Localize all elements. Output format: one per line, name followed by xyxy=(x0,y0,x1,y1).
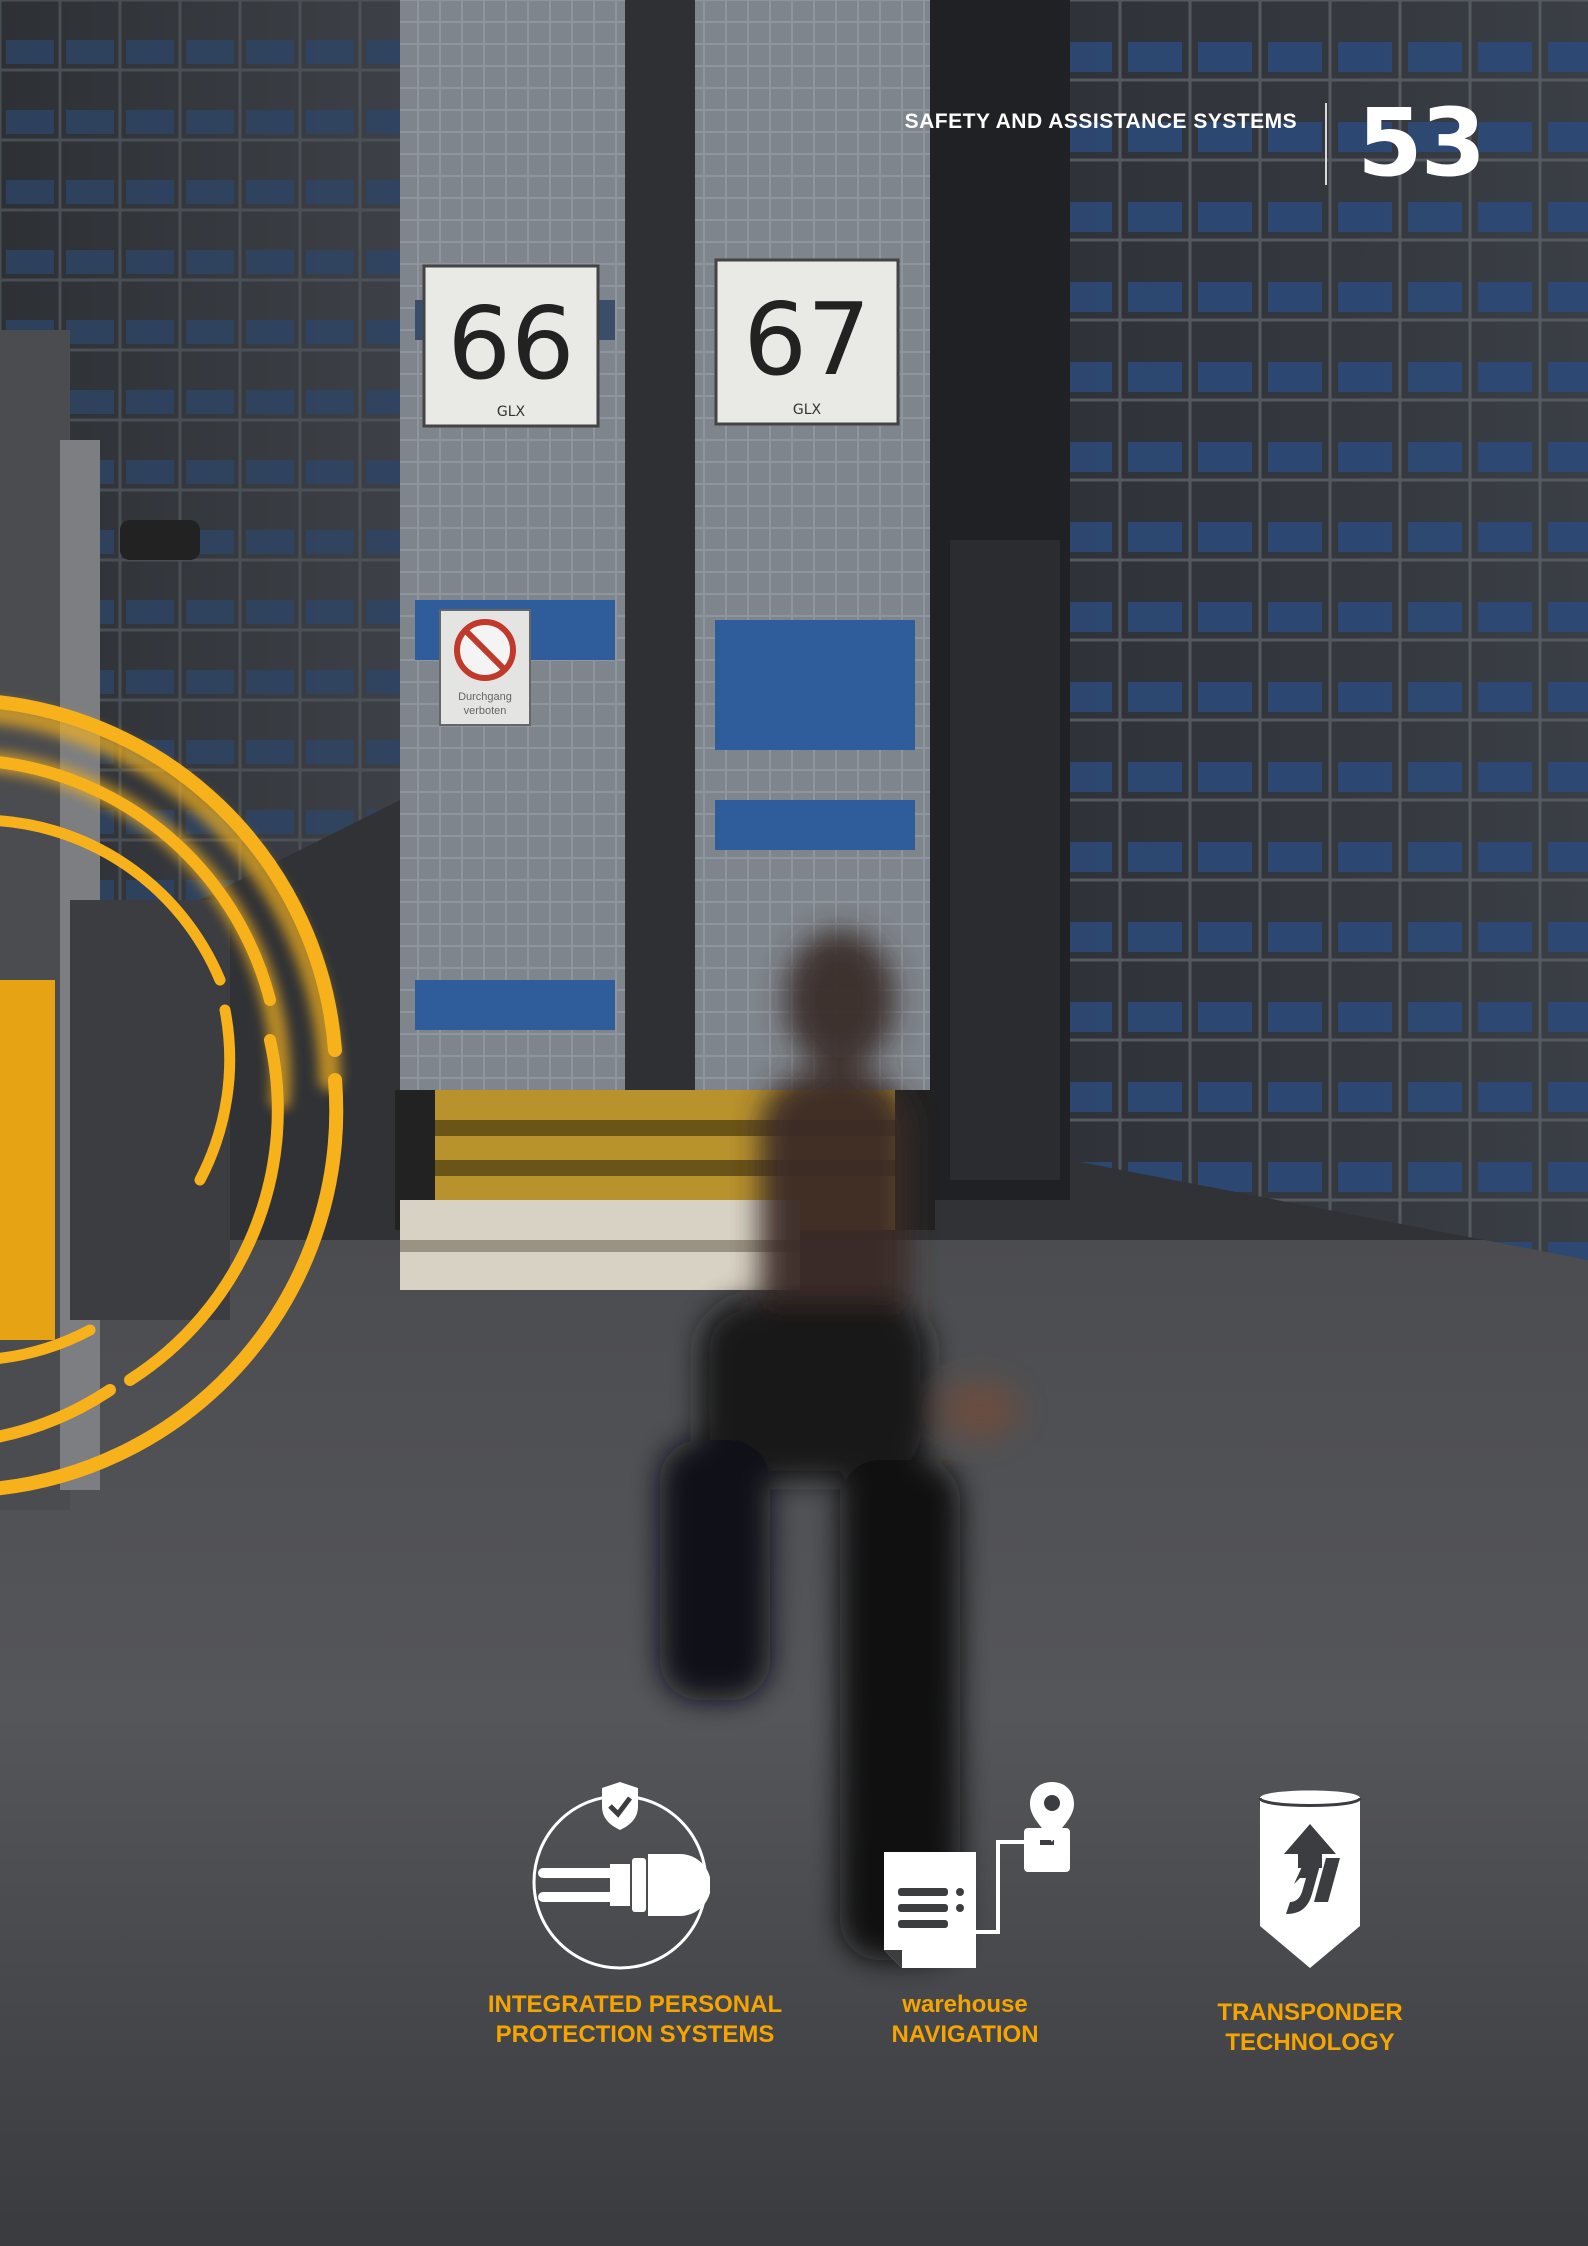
feature-label-line1: INTEGRATED PERSONAL xyxy=(487,1991,783,2018)
rack-label-66: 66 xyxy=(447,285,574,402)
feature-label-line2: TECHNOLOGY xyxy=(1225,2029,1395,2056)
feature-label-line2: PROTECTION SYSTEMS xyxy=(495,2021,775,2048)
feature-label-line1: TRANSPONDER xyxy=(1217,1999,1403,2026)
feature-personal-protection: INTEGRATED PERSONAL PROTECTION SYSTEMS xyxy=(465,1990,805,2050)
document-location-icon xyxy=(884,1782,1074,1968)
svg-text:Durchgang: Durchgang xyxy=(458,691,512,703)
feature-label-line2: NAVIGATION xyxy=(891,2021,1039,2048)
feature-label-line1: warehouse xyxy=(902,1991,1028,2018)
svg-text:GLX: GLX xyxy=(793,402,822,418)
header-divider xyxy=(1325,103,1328,185)
rack-label-67: 67 xyxy=(743,281,870,398)
feature-transponder-technology: TRANSPONDER TECHNOLOGY xyxy=(1190,1998,1430,2058)
feature-warehouse-navigation: warehouse NAVIGATION xyxy=(855,1990,1075,2050)
page-number: 53 xyxy=(1357,89,1486,198)
transponder-tag-icon xyxy=(1258,1790,1362,1968)
svg-text:GLX: GLX xyxy=(497,404,526,420)
svg-text:verboten: verboten xyxy=(464,705,507,717)
page-header: SAFETY AND ASSISTANCE SYSTEMS 53 xyxy=(904,89,1486,198)
section-title: SAFETY AND ASSISTANCE SYSTEMS xyxy=(904,110,1298,133)
shield-forklift-icon xyxy=(532,1782,710,1970)
